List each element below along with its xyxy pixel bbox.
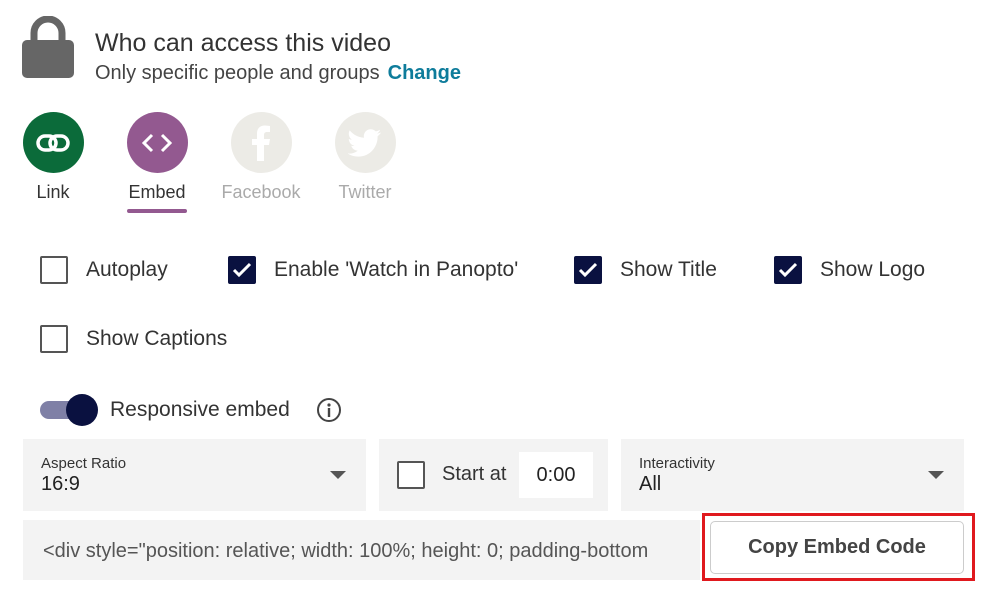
code-brackets-icon[interactable] (126, 112, 188, 173)
share-options: Link Embed Facebook Twitter (22, 112, 438, 213)
start-at-checkbox[interactable] (397, 461, 425, 489)
access-level: Only specific people and groups (95, 62, 380, 84)
autoplay-checkbox[interactable] (40, 256, 68, 284)
share-facebook-option: Facebook (221, 112, 301, 213)
share-link-option[interactable]: Link (22, 112, 84, 213)
change-link[interactable]: Change (388, 62, 461, 84)
responsive-embed-label: Responsive embed (110, 398, 290, 421)
watch-in-panopto-label: Enable 'Watch in Panopto' (274, 258, 519, 281)
access-header: Who can access this video Only specific … (22, 16, 461, 86)
show-title-label: Show Title (620, 258, 717, 281)
selected-tab-indicator (127, 209, 187, 213)
show-logo-option[interactable]: Show Logo (774, 254, 925, 286)
show-captions-option[interactable]: Show Captions (40, 323, 227, 355)
share-link-label: Link (36, 182, 70, 202)
aspect-ratio-select[interactable]: Aspect Ratio 16:9 (23, 439, 366, 511)
start-at-label: Start at (442, 463, 507, 485)
show-captions-checkbox[interactable] (40, 325, 68, 353)
chevron-down-icon[interactable] (330, 471, 346, 479)
checkmark-icon (578, 262, 598, 278)
embed-code-text: <div style="position: relative; width: 1… (43, 540, 649, 562)
show-captions-label: Show Captions (86, 327, 228, 350)
autoplay-option[interactable]: Autoplay (40, 254, 168, 286)
responsive-embed-row: Responsive embed (40, 394, 342, 426)
share-embed-label: Embed (128, 182, 186, 202)
share-twitter-label: Twitter (338, 182, 392, 202)
interactivity-label: Interactivity (639, 455, 715, 472)
checkmark-icon (778, 262, 798, 278)
interactivity-select[interactable]: Interactivity All (621, 439, 964, 511)
show-logo-checkbox[interactable] (774, 256, 802, 284)
responsive-embed-toggle[interactable] (40, 394, 98, 426)
autoplay-label: Autoplay (86, 258, 168, 281)
start-time-input[interactable] (519, 452, 593, 498)
access-title: Who can access this video (95, 29, 391, 57)
info-icon[interactable] (316, 397, 342, 423)
facebook-icon (230, 112, 292, 173)
aspect-ratio-value: 16:9 (41, 473, 80, 495)
show-logo-label: Show Logo (820, 258, 926, 281)
twitter-icon (334, 112, 396, 173)
share-twitter-option: Twitter (334, 112, 396, 213)
watch-in-panopto-option[interactable]: Enable 'Watch in Panopto' (228, 254, 518, 286)
chevron-down-icon[interactable] (928, 471, 944, 479)
watch-in-panopto-checkbox[interactable] (228, 256, 256, 284)
share-facebook-label: Facebook (221, 182, 301, 202)
link-icon[interactable] (22, 112, 84, 173)
embed-code-field[interactable]: <div style="position: relative; width: 1… (23, 520, 700, 580)
share-embed-option[interactable]: Embed (126, 112, 188, 213)
interactivity-value: All (639, 473, 662, 495)
checkmark-icon (232, 262, 252, 278)
access-subtitle: Only specific people and groups Change (95, 60, 461, 86)
start-at-field: Start at (379, 439, 608, 511)
lock-icon (22, 16, 74, 78)
show-title-option[interactable]: Show Title (574, 254, 717, 286)
show-title-checkbox[interactable] (574, 256, 602, 284)
copy-embed-code-button[interactable]: Copy Embed Code (710, 521, 964, 574)
aspect-ratio-label: Aspect Ratio (41, 455, 127, 472)
